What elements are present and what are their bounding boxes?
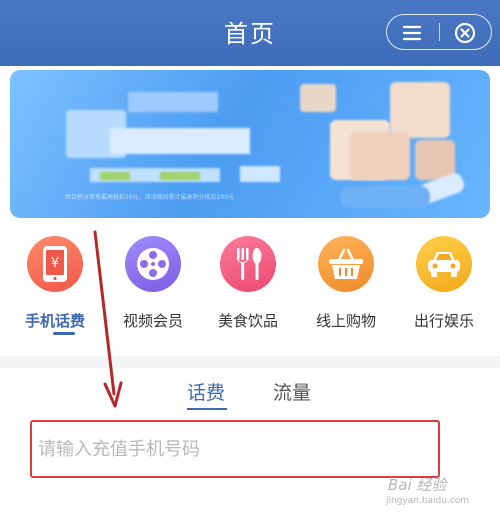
category-label: 线上购物: [315, 312, 376, 330]
menu-icon[interactable]: [400, 21, 424, 45]
recharge-tabs: 话费 流量: [0, 378, 500, 418]
car-icon: [416, 236, 472, 292]
watermark-url: jingyan.baidu.com: [386, 496, 470, 506]
section-divider: [0, 356, 500, 368]
watermark-text: Bai 经验: [388, 476, 447, 494]
category-food-drinks[interactable]: 美食饮品: [203, 236, 293, 331]
film-reel-icon: [125, 236, 181, 292]
category-online-shopping[interactable]: 线上购物: [301, 236, 391, 331]
svg-text:¥: ¥: [51, 256, 59, 271]
capsule-divider: [439, 23, 440, 41]
active-tab-indicator: [187, 408, 227, 410]
app-header: 首页: [0, 0, 500, 66]
phone-input-highlight: [30, 420, 440, 478]
shopping-basket-icon: [318, 236, 374, 292]
category-label: 手机话费: [24, 312, 85, 330]
banner-fine-print: 综合积分单笔最高抵扣10元，活动期间累计最高积分抵扣200元: [65, 194, 235, 200]
miniapp-capsule: [386, 14, 492, 50]
category-label: 出行娱乐: [413, 312, 474, 330]
fork-knife-icon: [220, 236, 276, 292]
category-video-membership[interactable]: 视频会员: [108, 236, 198, 331]
tab-data-traffic[interactable]: 流量: [273, 378, 311, 405]
category-label: 视频会员: [122, 312, 183, 330]
baidu-jingyan-watermark: Bai 经验 jingyan.baidu.com: [382, 462, 494, 512]
phone-bill-icon: ¥: [27, 236, 83, 292]
category-label: 美食饮品: [217, 312, 278, 330]
category-grid: ¥ 手机话费 视频会员 美食饮品 线上购物 出行娱乐: [0, 236, 500, 346]
tab-phone-credit[interactable]: 话费: [187, 378, 225, 405]
phone-number-input[interactable]: [30, 420, 440, 478]
category-travel-entertainment[interactable]: 出行娱乐: [399, 236, 489, 331]
close-circle-icon[interactable]: [453, 21, 477, 45]
category-phone-bill[interactable]: ¥ 手机话费: [10, 236, 100, 335]
promo-banner[interactable]: 综合积分单笔最高抵扣10元，活动期间累计最高积分抵扣200元: [10, 70, 490, 218]
active-indicator: [53, 332, 75, 335]
